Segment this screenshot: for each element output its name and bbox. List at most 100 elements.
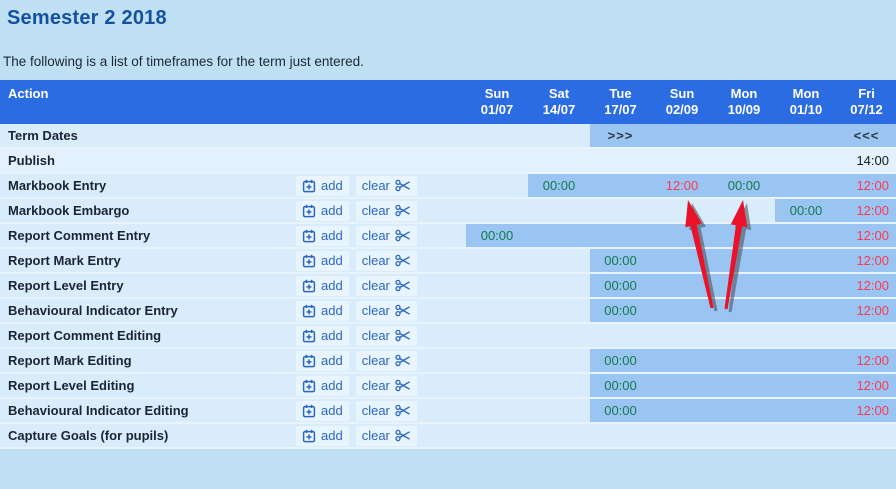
time-cell xyxy=(775,174,837,197)
calendar-plus-icon xyxy=(302,254,316,268)
clear-button[interactable]: clear xyxy=(356,326,417,346)
clear-button[interactable]: clear xyxy=(356,401,417,421)
time-value: 00:00 xyxy=(604,253,637,268)
clear-button[interactable]: clear xyxy=(356,426,417,446)
date-column-headers: Sun01/07Sat14/07Tue17/07Sun02/09Mon10/09… xyxy=(466,80,896,124)
table-row: Report Comment Entry addclear 00:0012:00 xyxy=(0,224,896,249)
time-cell xyxy=(466,199,528,222)
row-actions: add clear xyxy=(296,374,466,397)
date-column-header: Fri07/12 xyxy=(837,80,896,124)
add-button[interactable]: add xyxy=(296,301,349,321)
clear-button[interactable]: clear xyxy=(356,226,417,246)
clear-button[interactable]: clear xyxy=(356,201,417,221)
add-button[interactable]: add xyxy=(296,226,349,246)
time-cell: 12:00 xyxy=(837,249,896,272)
calendar-plus-icon xyxy=(302,379,316,393)
time-value: >>> xyxy=(608,128,634,143)
row-actions: add clear xyxy=(296,174,466,197)
time-value: 12:00 xyxy=(856,303,889,318)
add-button-label: add xyxy=(321,428,343,444)
add-button[interactable]: add xyxy=(296,401,349,421)
calendar-plus-icon xyxy=(302,404,316,418)
row-label: Report Mark Entry xyxy=(0,249,296,272)
time-cell xyxy=(775,374,837,397)
calendar-plus-icon xyxy=(302,354,316,368)
time-value: 00:00 xyxy=(604,278,637,293)
time-value: 12:00 xyxy=(856,178,889,193)
row-actions: add clear xyxy=(296,274,466,297)
calendar-plus-icon xyxy=(302,204,316,218)
row-label: Markbook Embargo xyxy=(0,199,296,222)
calendar-plus-icon xyxy=(302,329,316,343)
add-button[interactable]: add xyxy=(296,351,349,371)
add-button[interactable]: add xyxy=(296,276,349,296)
time-cell xyxy=(713,299,775,322)
clear-button[interactable]: clear xyxy=(356,276,417,296)
row-label: Behavioural Indicator Entry xyxy=(0,299,296,322)
time-cell xyxy=(713,374,775,397)
clear-button[interactable]: clear xyxy=(356,351,417,371)
row-label: Report Level Editing xyxy=(0,374,296,397)
date-column-header: Tue17/07 xyxy=(590,80,651,124)
add-button[interactable]: add xyxy=(296,201,349,221)
row-label-text: Report Level Editing xyxy=(8,378,134,393)
time-cell xyxy=(651,324,713,347)
time-value: 12:00 xyxy=(856,203,889,218)
row-label: Report Comment Editing xyxy=(0,324,296,347)
clear-button[interactable]: clear xyxy=(356,176,417,196)
time-cell xyxy=(713,274,775,297)
column-day-label: Fri xyxy=(858,86,875,102)
row-actions: add clear xyxy=(296,224,466,247)
time-cell xyxy=(713,324,775,347)
add-button-label: add xyxy=(321,303,343,319)
time-value: 12:00 xyxy=(856,353,889,368)
timeframes-table: Action Sun01/07Sat14/07Tue17/07Sun02/09M… xyxy=(0,80,896,449)
time-cell xyxy=(651,299,713,322)
time-value: <<< xyxy=(854,128,880,143)
row-label: Term Dates xyxy=(0,124,466,147)
clear-button-label: clear xyxy=(362,328,390,344)
calendar-plus-icon xyxy=(302,229,316,243)
time-cell xyxy=(713,199,775,222)
time-value: 00:00 xyxy=(604,403,637,418)
clear-button[interactable]: clear xyxy=(356,301,417,321)
time-cell xyxy=(713,349,775,372)
add-button[interactable]: add xyxy=(296,176,349,196)
scissors-icon xyxy=(395,179,411,192)
time-cell xyxy=(651,199,713,222)
time-cell: >>> xyxy=(590,124,651,147)
time-cell xyxy=(775,424,837,447)
scissors-icon xyxy=(395,229,411,242)
date-column-header: Sun01/07 xyxy=(466,80,528,124)
table-row: Publish14:00 xyxy=(0,149,896,174)
time-cell xyxy=(528,224,590,247)
clear-button[interactable]: clear xyxy=(356,376,417,396)
time-cell xyxy=(528,249,590,272)
time-cell xyxy=(466,299,528,322)
add-button[interactable]: add xyxy=(296,251,349,271)
timeframes-page: Semester 2 2018 The following is a list … xyxy=(0,0,896,489)
clear-button-label: clear xyxy=(362,253,390,269)
add-button[interactable]: add xyxy=(296,326,349,346)
add-button-label: add xyxy=(321,353,343,369)
time-cell: 12:00 xyxy=(837,399,896,422)
time-cell xyxy=(775,249,837,272)
clear-button-label: clear xyxy=(362,203,390,219)
clear-button-label: clear xyxy=(362,303,390,319)
time-cell xyxy=(528,149,590,172)
add-button-label: add xyxy=(321,253,343,269)
time-cell xyxy=(651,249,713,272)
time-cell xyxy=(651,149,713,172)
add-button[interactable]: add xyxy=(296,376,349,396)
table-row: Report Mark Editing addclear 00:0012:00 xyxy=(0,349,896,374)
time-cell: 00:00 xyxy=(590,249,651,272)
time-cell: 00:00 xyxy=(713,174,775,197)
add-button[interactable]: add xyxy=(296,426,349,446)
clear-button[interactable]: clear xyxy=(356,251,417,271)
scissors-icon xyxy=(395,354,411,367)
time-cell: 12:00 xyxy=(837,174,896,197)
time-cell xyxy=(528,424,590,447)
table-row: Term Dates >>> <<< xyxy=(0,124,896,149)
table-header-row: Action Sun01/07Sat14/07Tue17/07Sun02/09M… xyxy=(0,80,896,124)
row-label-text: Behavioural Indicator Entry xyxy=(8,303,178,318)
